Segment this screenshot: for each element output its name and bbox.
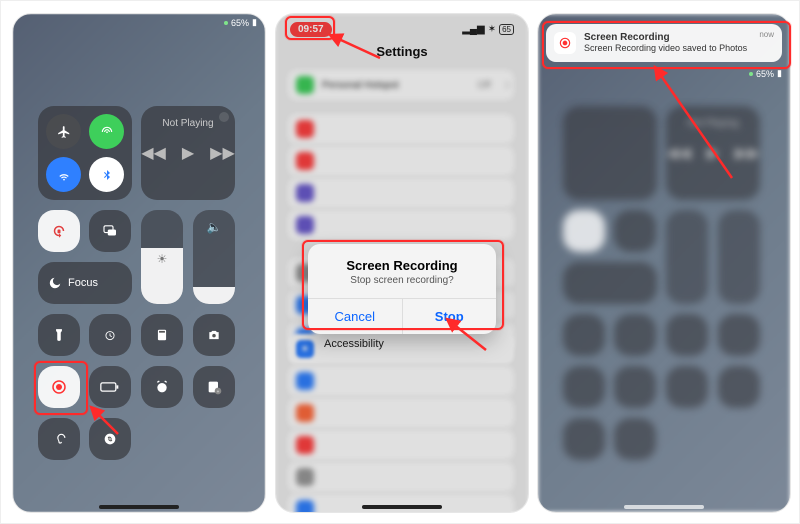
cellular-data-toggle[interactable] bbox=[89, 114, 124, 149]
airplay-icon[interactable] bbox=[219, 112, 229, 122]
battery-percent: 65% bbox=[231, 18, 249, 28]
media-controls: ◀◀ ▶ ▶▶ bbox=[141, 143, 235, 163]
focus-label: Focus bbox=[68, 277, 98, 289]
rotation-lock-toggle[interactable] bbox=[38, 210, 80, 252]
screen-mirroring-toggle[interactable] bbox=[89, 210, 131, 252]
notes-toggle[interactable]: + bbox=[193, 366, 235, 408]
play-icon[interactable]: ▶ bbox=[182, 143, 194, 163]
alarm-toggle[interactable] bbox=[141, 366, 183, 408]
timer-toggle[interactable] bbox=[89, 314, 131, 356]
now-playing-tile[interactable]: Not Playing ◀◀ ▶ ▶▶ bbox=[141, 106, 235, 200]
home-indicator[interactable] bbox=[362, 505, 442, 509]
status-bar: 65% ▮ bbox=[224, 17, 257, 28]
previous-track-icon[interactable]: ◀◀ bbox=[141, 143, 166, 163]
status-bar: 65% ▮ bbox=[749, 68, 782, 79]
phone-notification: 65% ▮ Not Playing◀◀▶▶▶ bbox=[538, 14, 790, 512]
recording-indicator-dot bbox=[224, 21, 228, 25]
highlight-time-pill bbox=[285, 16, 335, 40]
tutorial-three-panel: 65% ▮ Not Playing ◀◀ ▶ ▶▶ bbox=[0, 0, 800, 524]
low-power-toggle[interactable] bbox=[89, 366, 131, 408]
speaker-icon: 🔈 bbox=[207, 220, 222, 234]
phone-control-center: 65% ▮ Not Playing ◀◀ ▶ ▶▶ bbox=[13, 14, 265, 512]
battery-percent: 65% bbox=[756, 69, 774, 79]
battery-icon: ▮ bbox=[777, 68, 782, 79]
home-indicator[interactable] bbox=[624, 505, 704, 509]
flashlight-toggle[interactable] bbox=[38, 314, 80, 356]
shazam-toggle[interactable] bbox=[89, 418, 131, 460]
home-indicator[interactable] bbox=[99, 505, 179, 509]
wifi-toggle[interactable] bbox=[46, 157, 81, 192]
airplane-mode-toggle[interactable] bbox=[46, 114, 81, 149]
moon-icon bbox=[48, 276, 62, 290]
brightness-slider[interactable]: ☀ bbox=[141, 210, 183, 304]
camera-toggle[interactable] bbox=[193, 314, 235, 356]
next-track-icon[interactable]: ▶▶ bbox=[210, 143, 235, 163]
recording-indicator-dot bbox=[749, 72, 753, 76]
volume-slider[interactable]: 🔈 bbox=[193, 210, 235, 304]
calculator-toggle[interactable] bbox=[141, 314, 183, 356]
connectivity-tile bbox=[38, 106, 132, 200]
battery-icon: ▮ bbox=[252, 17, 257, 28]
svg-text:+: + bbox=[217, 389, 220, 394]
highlight-record-button bbox=[34, 361, 88, 415]
hearing-toggle[interactable] bbox=[38, 418, 80, 460]
sun-icon: ☀ bbox=[157, 252, 168, 266]
highlight-notification bbox=[542, 21, 791, 69]
focus-toggle[interactable]: Focus bbox=[38, 262, 132, 304]
highlight-dialog bbox=[302, 240, 504, 330]
bluetooth-toggle[interactable] bbox=[89, 157, 124, 192]
